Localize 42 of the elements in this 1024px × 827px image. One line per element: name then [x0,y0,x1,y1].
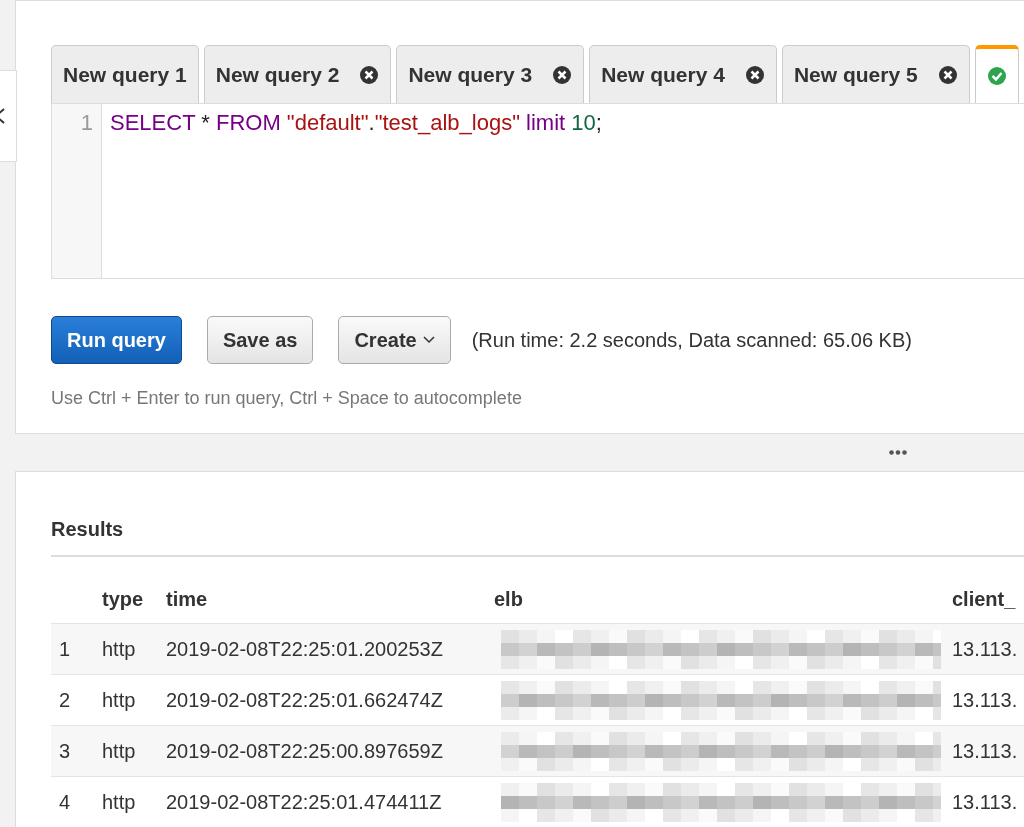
table-cell-text: 13.113. [951,790,1019,814]
query-tab[interactable]: New query 4 [589,45,777,103]
row-number: 2 [58,688,72,712]
table-cell-text: 2019-02-08T22:25:01.200253Z [165,637,444,661]
close-icon[interactable] [552,64,573,85]
row-number: 4 [58,790,72,814]
save-as-button[interactable]: Save as [206,316,314,364]
table-cell-text: 13.113. [951,688,1019,712]
close-icon[interactable] [359,64,380,85]
table-cell-text: http [101,637,137,661]
row-number: 3 [58,739,72,763]
row-number: 1 [58,637,72,661]
table-cell-text: 2019-02-08T22:25:00.897659Z [165,739,444,763]
code-line: SELECT * FROM "default"."test_alb_logs" limit 10; [110,110,602,136]
query-tab[interactable]: New query 2 [203,45,392,103]
close-icon[interactable] [744,64,765,85]
column-header: type [101,588,145,611]
column-header: client_ [951,588,1017,611]
close-icon[interactable] [937,64,958,85]
run-info-text: (Run time: 2.2 seconds, Data scanned: 65.06 KB) [471,328,912,352]
query-tab[interactable] [974,45,1019,103]
create-dropdown-button[interactable]: Create [338,316,451,364]
sql-editor[interactable]: 1 SELECT * FROM "default"."test_alb_logs" limit 10; [51,103,1024,279]
query-tab[interactable]: New query 3 [396,45,585,103]
table-cell-text: 13.113. [951,739,1019,763]
query-tab[interactable]: New query 5 [781,45,970,103]
column-header: time [165,588,209,611]
resize-handle-icon[interactable] [889,450,907,455]
results-heading: Results [51,518,1024,557]
run-query-button[interactable]: Run query [51,316,182,364]
check-circle-icon [986,66,1007,86]
caret-icon [422,336,435,344]
table-cell-text: 2019-02-08T22:25:01.662474Z [165,688,444,712]
hint-text: Use Ctrl + Enter to run query, Ctrl + Space to autocomplete [51,388,523,409]
query-tab[interactable]: New query 1 [51,45,199,103]
table-cell-text: http [101,739,137,763]
table-cell-text: http [101,688,137,712]
table-cell-text: 13.113. [951,637,1019,661]
line-number: 1 [79,110,93,136]
table-cell-text: http [101,790,137,814]
table-cell-text: 2019-02-08T22:25:01.474411Z [165,790,443,814]
column-header: elb [493,588,524,611]
